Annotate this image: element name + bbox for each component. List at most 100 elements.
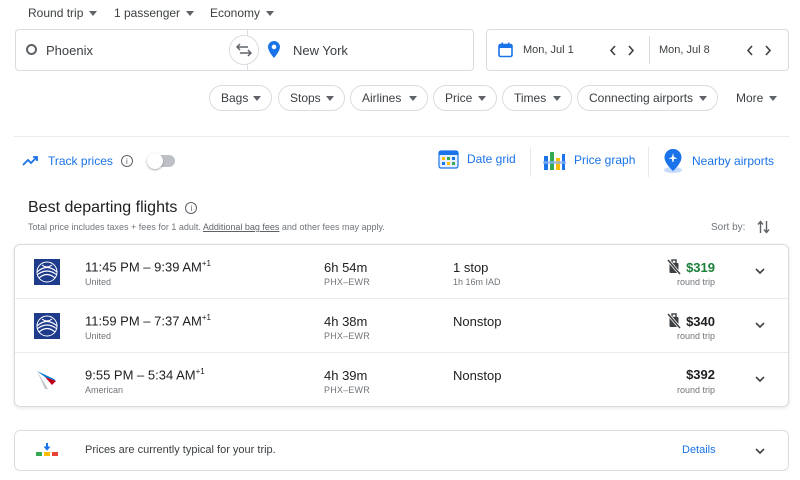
dates-box: Mon, Jul 1 Mon, Jul 8 <box>486 29 789 71</box>
flight-stops: 1 stop <box>453 260 489 275</box>
flight-times: 9:55 PM – 5:34 AM+1 <box>85 367 205 383</box>
day-offset: +1 <box>201 313 211 322</box>
depart-date-value: Mon, Jul 1 <box>523 44 574 56</box>
price-note: round trip <box>676 277 715 287</box>
prev-date-chevron-icon[interactable] <box>609 45 617 56</box>
flight-duration: 4h 39m <box>324 368 368 383</box>
flight-row[interactable]: 11:59 PM – 7:37 AM+1 United 4h 38m PHX–E… <box>15 299 788 353</box>
airline-name: American <box>85 385 124 395</box>
flight-times: 11:59 PM – 7:37 AM+1 <box>85 313 211 329</box>
filter-price[interactable]: Price <box>433 85 497 111</box>
depart-date-field[interactable]: Mon, Jul 1 <box>487 30 649 70</box>
page-title: Best departing flights <box>28 199 178 216</box>
layover-info: 1h 16m IAD <box>453 277 501 287</box>
day-offset: +1 <box>195 367 205 376</box>
filter-label: Price <box>445 91 473 105</box>
depart-time: 11:59 PM <box>85 313 140 329</box>
price-note: Total price includes taxes + fees for 1 … <box>28 222 385 232</box>
price-graph-button[interactable]: Price graph <box>543 148 635 172</box>
price-value: $392 <box>686 367 715 382</box>
trip-type-select[interactable]: Round trip <box>28 4 98 22</box>
filter-label: Bags <box>221 91 249 105</box>
next-return-chevron-icon[interactable] <box>764 45 772 56</box>
price-graph-icon <box>543 152 566 170</box>
price-note: round trip <box>676 331 715 341</box>
nearby-airports-button[interactable]: Nearby airports <box>662 148 774 174</box>
arrive-time: 7:37 AM <box>154 313 202 329</box>
return-date-field[interactable]: Mon, Jul 8 <box>650 30 788 70</box>
destination-field[interactable]: New York <box>248 30 474 70</box>
united-logo-icon <box>34 313 60 339</box>
nearby-airports-label: Nearby airports <box>692 154 775 168</box>
location-pin-icon <box>268 41 280 58</box>
track-prices: Track prices i <box>22 153 175 169</box>
details-link[interactable]: Details <box>682 444 716 456</box>
sort-icon[interactable] <box>757 220 770 234</box>
prev-return-chevron-icon[interactable] <box>746 45 754 56</box>
chevron-down-icon <box>553 95 561 101</box>
price-value: $319 <box>686 259 715 275</box>
filter-connecting-airports[interactable]: Connecting airports <box>577 85 718 111</box>
flight-row[interactable]: 11:45 PM – 9:39 AM+1 United 6h 54m PHX–E… <box>15 245 788 299</box>
price-note: round trip <box>676 385 715 395</box>
filter-bags[interactable]: Bags <box>209 85 272 111</box>
flight-route: PHX–EWR <box>324 385 370 395</box>
no-carry-on-bag-icon <box>667 313 682 329</box>
info-icon[interactable]: i <box>120 155 133 167</box>
track-prices-label: Track prices <box>48 154 113 168</box>
flight-times: 11:45 PM – 9:39 AM+1 <box>85 259 211 275</box>
destination-value: New York <box>293 43 348 58</box>
chevron-down-icon <box>769 95 777 101</box>
info-icon[interactable]: i <box>185 202 198 214</box>
depart-time: 11:45 PM <box>85 259 140 275</box>
filter-times[interactable]: Times <box>502 85 572 111</box>
flight-row[interactable]: 9:55 PM – 5:34 AM+1 American 4h 39m PHX–… <box>15 353 788 406</box>
filter-label: Airlines <box>362 91 402 105</box>
origin-circle-icon <box>26 44 37 55</box>
next-date-chevron-icon[interactable] <box>627 45 635 56</box>
expand-chevron-icon[interactable] <box>754 265 766 277</box>
flight-duration: 6h 54m <box>324 260 368 275</box>
trending-up-icon <box>22 156 38 166</box>
date-grid-icon <box>438 150 459 169</box>
arrive-time: 9:39 AM <box>154 259 202 275</box>
chevron-down-icon <box>89 10 98 16</box>
chevron-down-icon <box>699 95 707 101</box>
passengers-label: 1 passenger <box>114 6 181 20</box>
filter-label: Stops <box>290 91 321 105</box>
swap-button[interactable] <box>229 35 259 65</box>
origin-field[interactable]: Phoenix <box>16 30 247 70</box>
filter-label: More <box>736 91 764 105</box>
flight-price: $340 <box>667 313 715 329</box>
united-logo-icon <box>34 259 60 285</box>
sort-label: Sort by: <box>711 222 746 233</box>
price-insight-card[interactable]: Prices are currently typical for your tr… <box>14 430 789 471</box>
filter-label: Times <box>514 91 547 105</box>
filter-airlines[interactable]: Airlines <box>350 85 428 111</box>
calendar-icon <box>498 42 513 58</box>
price-note-prefix: Total price includes taxes + fees for 1 … <box>28 222 203 232</box>
date-grid-label: Date grid <box>467 152 516 166</box>
expand-chevron-icon[interactable] <box>754 373 766 385</box>
filter-stops[interactable]: Stops <box>278 85 345 111</box>
cabin-select[interactable]: Economy <box>210 4 275 22</box>
toggle-knob <box>146 153 163 169</box>
track-prices-toggle[interactable] <box>146 153 175 169</box>
day-offset: +1 <box>201 259 211 268</box>
expand-chevron-icon[interactable] <box>754 319 766 331</box>
origin-value: Phoenix <box>46 43 93 58</box>
date-grid-button[interactable]: Date grid <box>438 148 516 170</box>
price-note-suffix: and other fees may apply. <box>279 222 385 232</box>
american-logo-icon <box>37 371 56 389</box>
filter-more[interactable]: More <box>724 85 788 111</box>
tool-divider <box>648 147 649 177</box>
tool-divider <box>530 147 531 177</box>
arrive-time: 5:34 AM <box>147 367 196 383</box>
flight-route: PHX–EWR <box>324 277 370 287</box>
flight-price: $392 <box>686 367 715 382</box>
passengers-select[interactable]: 1 passenger <box>114 4 195 22</box>
chevron-down-icon <box>266 10 275 16</box>
expand-chevron-icon[interactable] <box>754 445 766 457</box>
section-divider <box>14 136 789 137</box>
bag-fees-link[interactable]: Additional bag fees <box>203 222 280 232</box>
